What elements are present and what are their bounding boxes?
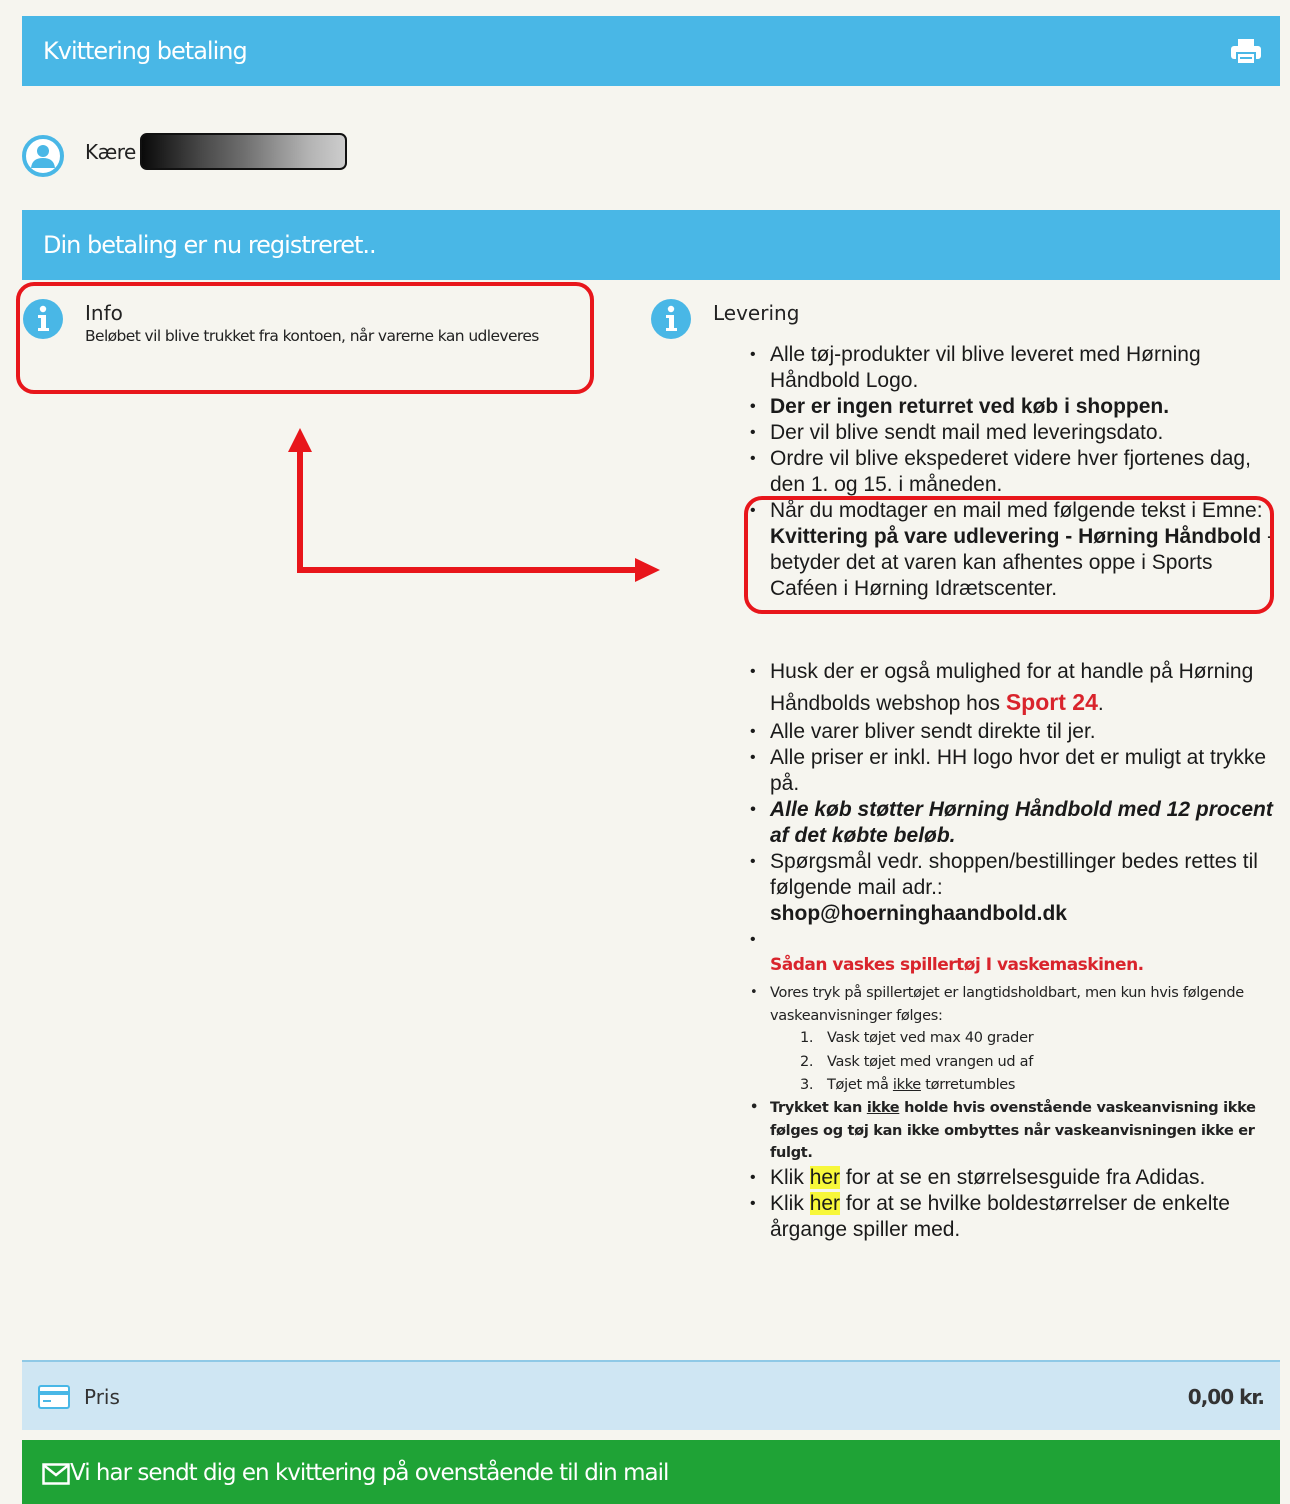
- wash-warning: Trykket kan ikke holde hvis ovenstående …: [750, 1097, 1270, 1165]
- annotation-arrow: [288, 428, 660, 582]
- envelope-icon: [42, 1463, 70, 1485]
- wash-steps: 1. Vask tøjet ved max 40 grader 2. Vask tø…: [800, 1027, 1034, 1098]
- guide-links-list: Klik her for at se en størrelsesguide fr…: [750, 1165, 1280, 1243]
- confirmation-bar: Vi har sendt dig en kvittering på ovenst…: [22, 1440, 1280, 1504]
- price-label: Pris: [84, 1385, 120, 1409]
- confirmation-message: Vi har sendt dig en kvittering på ovenst…: [70, 1460, 669, 1486]
- list-item: Alle varer bliver sendt direkte til jer.: [750, 719, 1280, 745]
- list-item-ball-guide: Klik her for at se hvilke boldestørrelse…: [750, 1191, 1280, 1243]
- print-icon[interactable]: [1230, 38, 1262, 66]
- wash-heading: Sådan vaskes spillertøj I vaskemaskinen.: [770, 955, 1144, 975]
- status-bar: Din betaling er nu registreret..: [22, 210, 1280, 280]
- annotation-box-info: [16, 282, 594, 394]
- list-item: Ordre vil blive ekspederet videre hver f…: [750, 446, 1280, 498]
- list-item-support: Alle køb støtter Hørning Håndbold med 12…: [750, 797, 1280, 849]
- webshop-period: .: [1097, 692, 1104, 715]
- wash-step: 1. Vask tøjet ved max 40 grader: [800, 1030, 1034, 1046]
- shop-email[interactable]: shop@hoerninghaandbold.dk: [770, 902, 1067, 925]
- list-item-questions: Spørgsmål vedr. shoppen/bestillinger bed…: [750, 849, 1280, 927]
- questions-text: Spørgsmål vedr. shoppen/bestillinger bed…: [770, 850, 1258, 899]
- annotation-box-pickup: [744, 496, 1274, 614]
- page-title: Kvittering betaling: [43, 37, 248, 65]
- receipt-page: Kvittering betaling Kære Din betaling er…: [0, 0, 1290, 1504]
- list-item: Alle tøj-produkter vil blive leveret med…: [750, 342, 1280, 394]
- greeting-text: Kære: [85, 140, 136, 164]
- price-value: 0,00 kr.: [1187, 1385, 1265, 1409]
- wash-intro-list: Vores tryk på spillertøjet er langtidsho…: [750, 982, 1270, 1027]
- wash-step: 2. Vask tøjet med vrangen ud af: [800, 1053, 1034, 1070]
- list-item-no-return: Der er ingen returret ved køb i shoppen.: [750, 394, 1280, 420]
- list-item-empty: [750, 927, 1280, 953]
- ball-size-link[interactable]: her: [809, 1192, 841, 1215]
- shop-info-list: Husk der er også mulighed for at handle …: [750, 657, 1280, 953]
- price-bar: Pris 0,00 kr.: [22, 1360, 1280, 1430]
- sport24-link[interactable]: Sport 24: [1006, 689, 1098, 715]
- list-item-size-guide: Klik her for at se en størrelsesguide fr…: [750, 1165, 1280, 1191]
- list-item: Alle priser er inkl. HH logo hvor det er…: [750, 745, 1280, 797]
- wash-intro: Vores tryk på spillertøjet er langtidsho…: [750, 982, 1270, 1027]
- list-item: Der vil blive sendt mail med leveringsda…: [750, 420, 1280, 446]
- size-guide-link[interactable]: her: [809, 1166, 841, 1189]
- redacted-name: [140, 133, 347, 170]
- credit-card-icon: [38, 1385, 70, 1409]
- info-icon: [651, 299, 691, 339]
- wash-warning-list: Trykket kan ikke holde hvis ovenstående …: [750, 1097, 1270, 1165]
- levering-title: Levering: [713, 301, 800, 325]
- header-bar: Kvittering betaling: [22, 16, 1280, 86]
- list-item-webshop: Husk der er også mulighed for at handle …: [750, 657, 1280, 719]
- user-avatar-icon: [22, 135, 64, 177]
- status-message: Din betaling er nu registreret..: [43, 231, 377, 259]
- wash-step: 3. Tøjet må ikke tørretumbles: [800, 1077, 1016, 1093]
